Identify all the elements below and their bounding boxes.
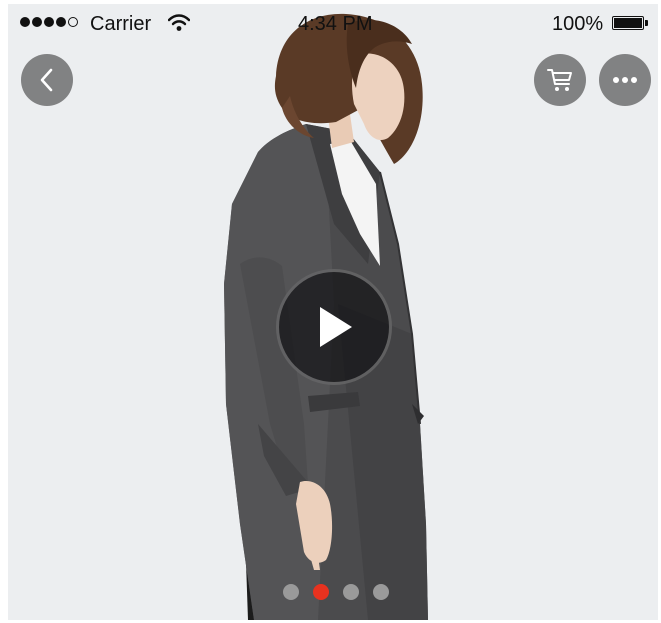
more-options-button[interactable] — [599, 54, 651, 106]
more-horizontal-icon — [613, 77, 637, 83]
battery-icon — [612, 16, 648, 30]
page-dot-2-active[interactable] — [313, 584, 329, 600]
cart-button[interactable] — [534, 54, 586, 106]
chevron-left-icon — [40, 68, 53, 92]
page-dot-4[interactable] — [373, 584, 389, 600]
wifi-icon — [168, 14, 190, 31]
play-icon — [320, 307, 352, 347]
product-gallery-screen: Carrier 4:34 PM 100% — [8, 4, 658, 620]
status-time: 4:34 PM — [298, 13, 373, 35]
page-dot-3[interactable] — [343, 584, 359, 600]
page-dot-1[interactable] — [283, 584, 299, 600]
shopping-cart-icon — [547, 69, 572, 91]
gallery-page-indicator — [283, 584, 389, 600]
battery-percentage: 100% — [552, 13, 604, 35]
play-video-button[interactable] — [276, 269, 392, 385]
back-button[interactable] — [21, 54, 73, 106]
status-bar: Carrier 4:34 PM 100% — [8, 4, 658, 44]
carrier-name: Carrier — [90, 13, 152, 35]
signal-strength-icon — [20, 17, 78, 27]
